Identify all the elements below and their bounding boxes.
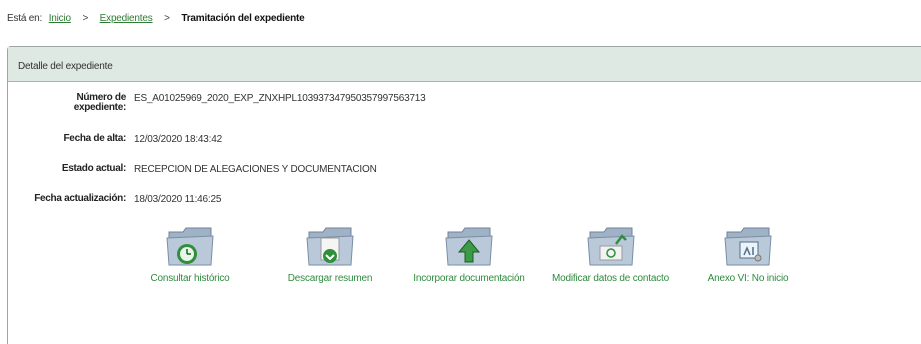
folder-download-icon xyxy=(306,227,354,266)
fecha-alta-value: 12/03/2020 18:43:42 xyxy=(134,134,222,145)
incorporar-documentacion-button[interactable]: Incorporar documentación xyxy=(409,222,529,284)
action-label: Modificar datos de contacto xyxy=(552,273,669,284)
modificar-datos-contacto-button[interactable]: Modificar datos de contacto xyxy=(548,222,673,284)
panel-title: Detalle del expediente xyxy=(18,61,113,72)
folder-document-icon xyxy=(724,227,772,266)
panel-header: Detalle del expediente xyxy=(8,47,921,82)
folder-clock-icon xyxy=(166,227,214,266)
breadcrumb-separator: > xyxy=(82,13,89,24)
consultar-historico-button[interactable]: Consultar histórico xyxy=(140,222,240,284)
fecha-actualizacion-value: 18/03/2020 11:46:25 xyxy=(134,194,222,205)
action-label: Incorporar documentación xyxy=(413,273,525,284)
action-label: Consultar histórico xyxy=(150,273,230,284)
fecha-alta-label: Fecha de alta: xyxy=(63,133,127,144)
estado-actual-value: RECEPCION DE ALEGACIONES Y DOCUMENTACION xyxy=(134,164,377,175)
numero-label-line2: expediente: xyxy=(73,102,127,113)
fecha-actualizacion-label: Fecha actualización: xyxy=(34,193,126,204)
anexo-vi-no-inicio-button[interactable]: Anexo VI: No inicio xyxy=(698,222,798,284)
breadcrumb: Está en: Inicio > Expedientes > Tramitac… xyxy=(7,13,305,24)
numero-expediente-label: Número de expediente: xyxy=(6,93,127,113)
breadcrumb-link-expedientes[interactable]: Expedientes xyxy=(100,13,153,24)
folder-email-icon xyxy=(586,227,635,266)
breadcrumb-separator: > xyxy=(164,13,170,24)
action-label: Anexo VI: No inicio xyxy=(707,273,789,284)
breadcrumb-prefix: Está en: xyxy=(7,13,43,24)
action-label: Descargar resumen xyxy=(287,273,373,284)
breadcrumb-current: Tramitación del expediente xyxy=(181,13,305,24)
descargar-resumen-button[interactable]: Descargar resumen xyxy=(280,222,380,284)
breadcrumb-link-inicio[interactable]: Inicio xyxy=(49,13,71,24)
numero-expediente-value: ES_A01025969_2020_EXP_ZNXHPL103937347950… xyxy=(134,93,426,104)
folder-upload-icon xyxy=(445,227,493,266)
estado-actual-label: Estado actual: xyxy=(61,163,126,174)
